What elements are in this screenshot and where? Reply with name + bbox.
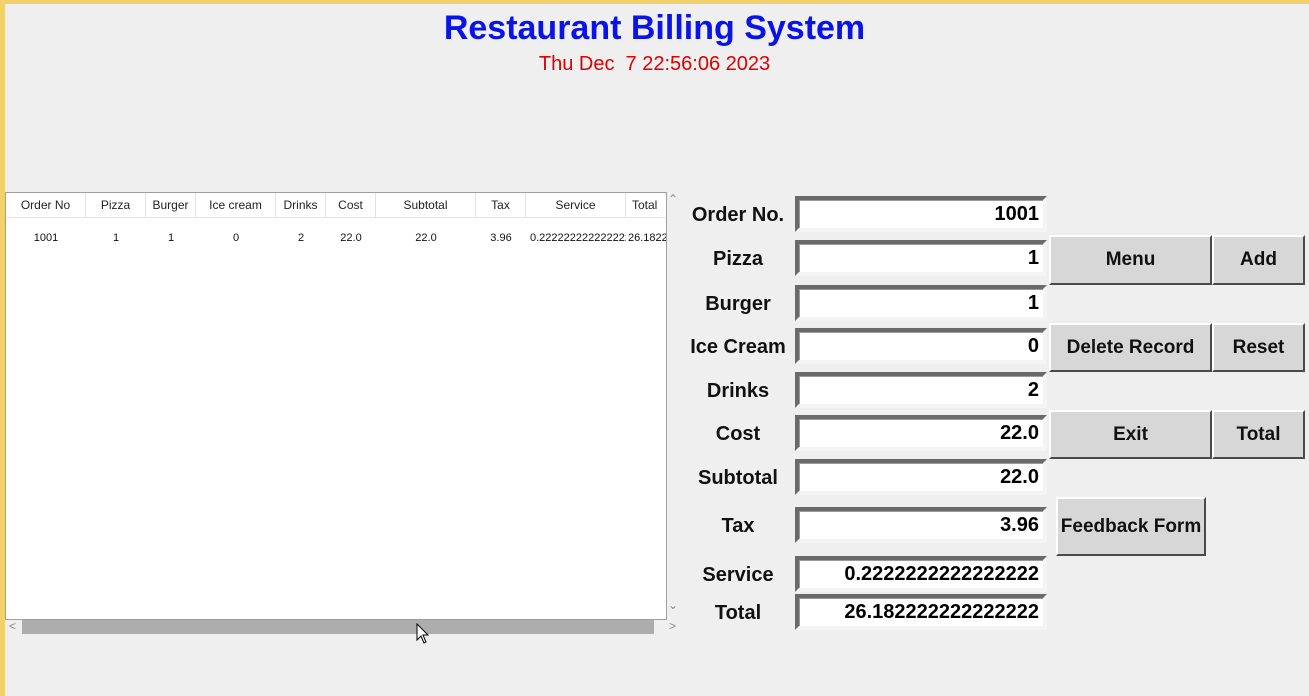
cell-drinks: 2 bbox=[297, 232, 305, 244]
ice-cream-field[interactable] bbox=[799, 332, 1043, 360]
cell-burger: 1 bbox=[167, 232, 175, 244]
column-header-service[interactable]: Service bbox=[526, 193, 626, 217]
pizza-label: Pizza bbox=[712, 248, 764, 270]
drinks-field[interactable] bbox=[799, 376, 1043, 404]
column-header-ice-cream[interactable]: Ice cream bbox=[196, 193, 276, 217]
burger-field-frame bbox=[795, 285, 1047, 321]
subtotal-label: Subtotal bbox=[698, 467, 778, 489]
records-table[interactable]: Order No Pizza Burger Ice cream Drinks C… bbox=[5, 192, 667, 620]
column-header-subtotal[interactable]: Subtotal bbox=[376, 193, 476, 217]
scroll-left-icon[interactable]: < bbox=[9, 619, 16, 633]
total-label: Total bbox=[714, 602, 762, 624]
service-field[interactable] bbox=[799, 560, 1043, 588]
drinks-label: Drinks bbox=[706, 380, 770, 402]
tax-field[interactable] bbox=[799, 511, 1043, 539]
cost-field-frame bbox=[795, 415, 1047, 451]
mouse-pointer-icon bbox=[416, 623, 430, 644]
cell-order-no: 1001 bbox=[33, 232, 59, 244]
menu-button[interactable]: Menu bbox=[1049, 235, 1212, 285]
service-field-frame bbox=[795, 556, 1047, 592]
ice-cream-label: Ice Cream bbox=[690, 336, 786, 358]
column-header-pizza[interactable]: Pizza bbox=[86, 193, 146, 217]
total-button[interactable]: Total bbox=[1212, 410, 1305, 459]
service-label: Service bbox=[702, 564, 774, 586]
datetime-label: Thu Dec 7 22:56:06 2023 bbox=[538, 53, 771, 75]
cell-cost: 22.0 bbox=[340, 232, 362, 244]
window-border-top bbox=[0, 0, 1309, 4]
order-no-field[interactable] bbox=[799, 200, 1043, 228]
cell-tax: 3.96 bbox=[490, 232, 512, 244]
column-header-drinks[interactable]: Drinks bbox=[276, 193, 326, 217]
column-header-tax[interactable]: Tax bbox=[476, 193, 526, 217]
cell-service: 0.2222222222222222 bbox=[530, 232, 626, 244]
burger-label: Burger bbox=[705, 293, 771, 315]
column-header-total[interactable]: Total bbox=[626, 193, 666, 217]
subtotal-field[interactable] bbox=[799, 463, 1043, 491]
cell-ice-cream: 0 bbox=[232, 232, 240, 244]
column-header-burger[interactable]: Burger bbox=[146, 193, 196, 217]
exit-button[interactable]: Exit bbox=[1049, 410, 1212, 459]
cost-label: Cost bbox=[715, 423, 761, 445]
order-no-label: Order No. bbox=[691, 204, 785, 226]
ice-cream-field-frame bbox=[795, 328, 1047, 364]
delete-record-button[interactable]: Delete Record bbox=[1049, 323, 1212, 372]
tax-field-frame bbox=[795, 507, 1047, 543]
app-title: Restaurant Billing System bbox=[443, 9, 866, 47]
subtotal-field-frame bbox=[795, 459, 1047, 495]
cell-subtotal: 22.0 bbox=[415, 232, 437, 244]
pizza-field-frame bbox=[795, 240, 1047, 276]
table-row[interactable]: 1001 1 1 0 2 22.0 22.0 3.96 0.2222222222… bbox=[6, 218, 666, 258]
total-field[interactable] bbox=[799, 598, 1043, 626]
feedback-form-button[interactable]: Feedback Form bbox=[1056, 497, 1206, 556]
pizza-field[interactable] bbox=[799, 244, 1043, 272]
cell-pizza: 1 bbox=[112, 232, 120, 244]
reset-button[interactable]: Reset bbox=[1212, 323, 1305, 372]
cost-field[interactable] bbox=[799, 419, 1043, 447]
horizontal-scroll-thumb[interactable] bbox=[22, 620, 654, 634]
column-header-cost[interactable]: Cost bbox=[326, 193, 376, 217]
burger-field[interactable] bbox=[799, 289, 1043, 317]
cell-total: 26.182222222222222 bbox=[628, 232, 666, 244]
horizontal-scrollbar[interactable]: < > bbox=[5, 619, 681, 636]
total-field-frame bbox=[795, 594, 1047, 630]
column-header-order-no[interactable]: Order No bbox=[6, 193, 86, 217]
tax-label: Tax bbox=[721, 515, 755, 537]
order-no-field-frame bbox=[795, 196, 1047, 232]
drinks-field-frame bbox=[795, 372, 1047, 408]
add-button[interactable]: Add bbox=[1212, 235, 1305, 285]
table-header: Order No Pizza Burger Ice cream Drinks C… bbox=[6, 193, 666, 218]
